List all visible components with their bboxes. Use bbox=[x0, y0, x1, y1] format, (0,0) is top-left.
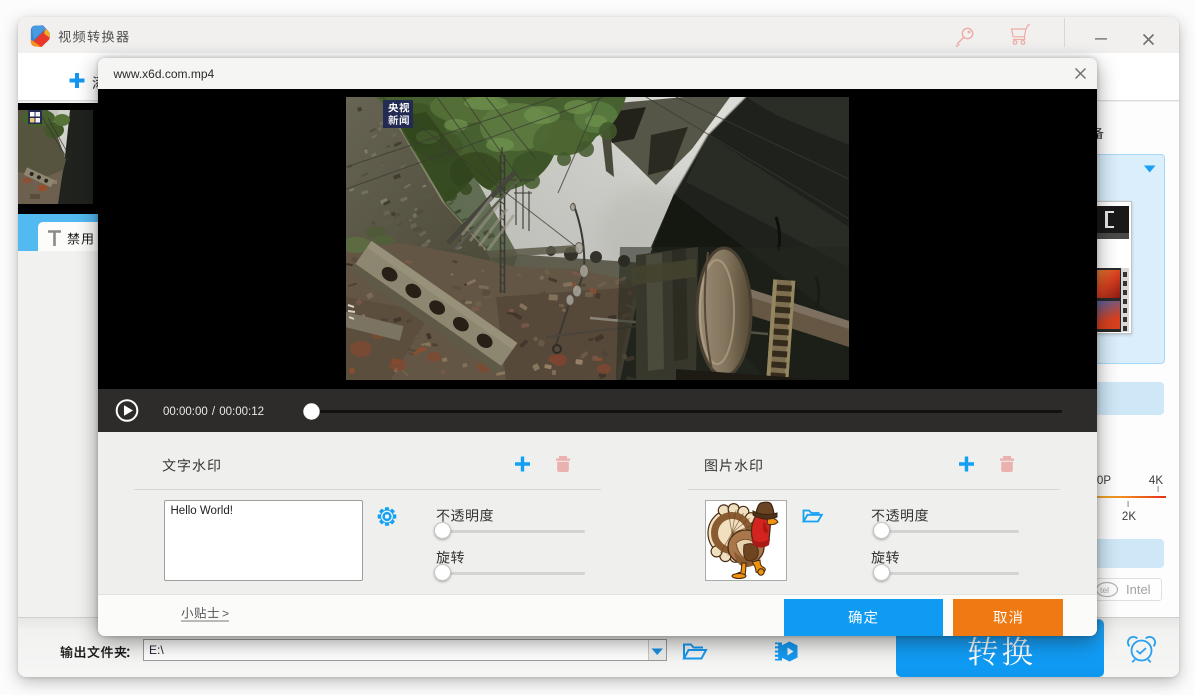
svg-text:>: > bbox=[222, 607, 229, 621]
